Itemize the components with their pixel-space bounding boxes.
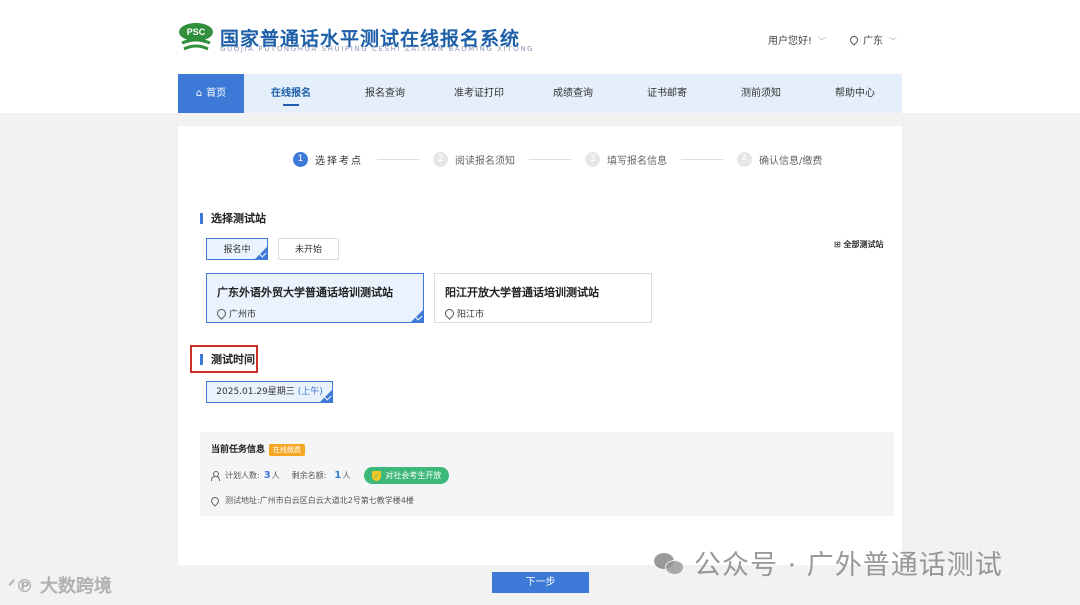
step-1: 1 选择考点	[293, 152, 363, 167]
all-sites-link[interactable]: ⊞ 全部测试站	[834, 239, 884, 250]
user-icon	[211, 471, 220, 481]
task-info-title: 当前任务信息 在线缴费	[211, 442, 883, 456]
time-section-title: 测试时间	[200, 354, 255, 365]
planned-value: 3	[263, 470, 271, 481]
location-pin-icon	[209, 494, 221, 507]
remaining-value: 1	[334, 470, 342, 481]
location-pin-icon	[215, 307, 228, 320]
station-section-title: 选择测试站	[200, 213, 266, 224]
step-label: 填写报名信息	[607, 156, 667, 167]
task-info-panel: 当前任务信息 在线缴费 计划人数: 3 人 剩余名额: 1 人 ✓ 对社会考生开放 测试地址…	[200, 432, 894, 516]
tab-label: 未开始	[294, 245, 322, 255]
station-status-tabs: 报名中 未开始	[206, 238, 339, 260]
step-2: 2 阅读报名须知	[433, 152, 515, 167]
tab-label: 报名中	[223, 245, 251, 255]
watermark-left: ᐟ℗ 大数跨境	[8, 572, 112, 598]
address-value: 广州市白云区白云大道北2号第七教学楼4楼	[259, 496, 414, 505]
station-card[interactable]: 广东外语外贸大学普通话培训测试站 广州市	[206, 273, 424, 323]
psc-logo: PSC	[179, 23, 213, 51]
nav-certificate-mail[interactable]: 证书邮寄	[620, 74, 714, 113]
remaining-label: 剩余名额:	[291, 471, 327, 480]
step-number: 3	[585, 152, 600, 167]
step-4: 4 确认信息/缴费	[737, 152, 822, 167]
site-subtitle: GUOJIA PUTONGHUA SHUIPING CESHI ZAIXIAN …	[220, 45, 535, 53]
step-connector	[529, 159, 571, 160]
check-corner-icon	[320, 390, 332, 402]
shield-icon: ✓	[372, 470, 382, 481]
svg-text:PSC: PSC	[187, 27, 206, 37]
time-date: 2025.01.29星期三	[216, 387, 295, 397]
region-selector[interactable]: 广东 ﹀	[848, 32, 897, 47]
open-badge-label: 对社会考生开放	[385, 471, 442, 480]
tab-registering[interactable]: 报名中	[206, 238, 268, 260]
grid-icon: ⊞	[834, 240, 844, 249]
step-number: 4	[737, 152, 752, 167]
station-list: 广东外语外贸大学普通话培训测试站 广州市 阳江开放大学普通话培训测试站 阳江市	[206, 273, 652, 323]
nav-score-query[interactable]: 成绩查询	[526, 74, 620, 113]
unit-label: 人	[342, 471, 351, 480]
site-header: PSC 国家普通话水平测试在线报名系统 GUOJIA PUTONGHUA SHU…	[178, 20, 902, 66]
chevron-down-icon: ﹀	[889, 37, 897, 46]
chevron-down-icon: ﹀	[818, 37, 827, 46]
main-nav: ⌂ 首页 在线报名 报名查询 准考证打印 成绩查询 证书邮寄 测前须知 帮助中心	[178, 74, 902, 113]
watermark-right: 公众号 · 广外普通话测试	[654, 543, 1003, 582]
step-indicator: 1 选择考点 2 阅读报名须知 3 填写报名信息 4 确认信息/缴费	[293, 152, 822, 167]
step-number: 2	[433, 152, 448, 167]
nav-online-register[interactable]: 在线报名	[244, 74, 338, 113]
unit-label: 人	[271, 471, 280, 480]
step-label: 确认信息/缴费	[759, 156, 823, 167]
watermark-text: 大数跨境	[39, 576, 112, 597]
home-icon: ⌂	[195, 88, 203, 99]
user-menu[interactable]: 用户您好! ﹀	[768, 32, 826, 47]
watermark-logo-icon: ᐟ℗	[8, 576, 40, 597]
station-card[interactable]: 阳江开放大学普通话培训测试站 阳江市	[434, 273, 652, 323]
city-label: 阳江市	[457, 310, 485, 320]
location-pin-icon	[848, 34, 860, 46]
watermark-text: 公众号 · 广外普通话测试	[694, 550, 1003, 581]
nav-register-query[interactable]: 报名查询	[338, 74, 432, 113]
open-badge: ✓ 对社会考生开放	[364, 467, 450, 484]
station-name: 广东外语外贸大学普通话培训测试站	[217, 286, 393, 299]
all-sites-label: 全部测试站	[843, 240, 884, 249]
nav-help-center[interactable]: 帮助中心	[808, 74, 902, 113]
main-panel: 1 选择考点 2 阅读报名须知 3 填写报名信息 4 确认信息/缴费 选择测试站 报名中…	[178, 126, 902, 605]
address-row: 测试地址: 广州市白云区白云大道北2号第七教学楼4楼	[209, 494, 883, 507]
step-connector	[377, 159, 419, 160]
address-label: 测试地址:	[225, 496, 260, 505]
time-option[interactable]: 2025.01.29星期三 (上午)	[206, 381, 333, 403]
task-info-title-text: 当前任务信息	[211, 445, 266, 455]
city-label: 广州市	[229, 310, 257, 320]
nav-home[interactable]: ⌂ 首页	[178, 74, 244, 113]
nav-test-notice[interactable]: 测前须知	[714, 74, 808, 113]
step-connector	[681, 159, 723, 160]
station-city: 广州市	[215, 307, 413, 320]
step-3: 3 填写报名信息	[585, 152, 667, 167]
time-half: (上午)	[297, 387, 323, 397]
check-corner-icon	[255, 247, 267, 259]
status-badge: 在线缴费	[269, 444, 306, 456]
wechat-icon	[654, 551, 684, 575]
region-label: 广东	[863, 36, 883, 47]
step-label: 阅读报名须知	[455, 156, 515, 167]
nav-admission-print[interactable]: 准考证打印	[432, 74, 526, 113]
quota-row: 计划人数: 3 人 剩余名额: 1 人 ✓ 对社会考生开放	[211, 467, 883, 484]
nav-label: 首页	[206, 88, 227, 99]
planned-label: 计划人数:	[225, 471, 260, 480]
location-pin-icon	[443, 307, 456, 320]
step-label: 选择考点	[315, 156, 363, 167]
step-number: 1	[293, 152, 308, 167]
user-greeting: 用户您好!	[768, 36, 813, 47]
check-corner-icon	[411, 310, 423, 322]
tab-not-started[interactable]: 未开始	[278, 238, 339, 260]
station-city: 阳江市	[443, 307, 641, 320]
station-name: 阳江开放大学普通话培训测试站	[445, 286, 599, 299]
next-step-button[interactable]: 下一步	[492, 572, 589, 593]
